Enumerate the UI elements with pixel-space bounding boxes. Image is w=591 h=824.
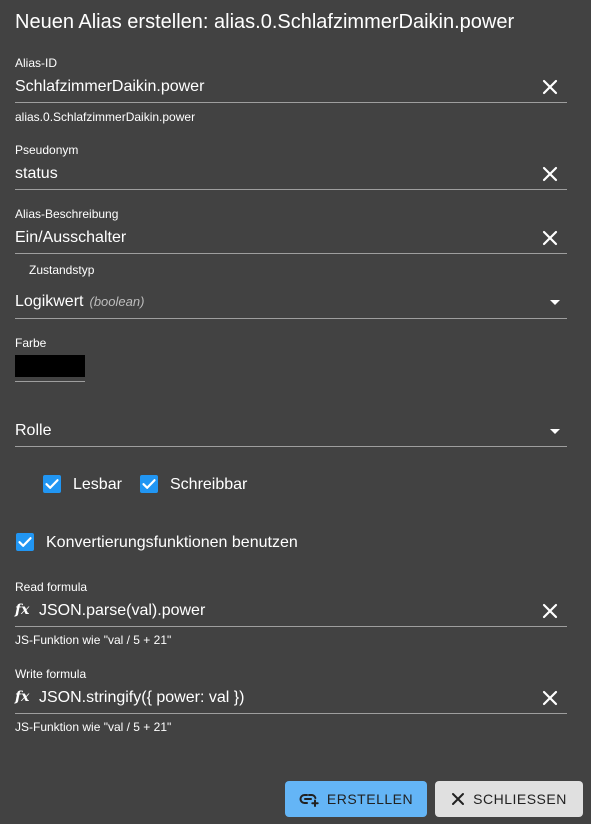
writable-label[interactable]: Schreibbar [170,476,247,494]
writable-checkbox[interactable] [140,475,158,493]
read-formula-label: Read formula [15,580,88,594]
state-type-label: Zustandstyp [29,263,95,277]
description-label: Alias-Beschreibung [15,207,119,221]
close-button[interactable]: SCHLIESSEN [435,781,583,817]
link-add-icon [299,791,319,807]
alias-id-helper: alias.0.SchlafzimmerDaikin.power [15,110,196,124]
create-button-label: ERSTELLEN [326,791,414,807]
state-type-dropdown-icon[interactable] [550,300,560,305]
role-underline [15,446,567,447]
write-formula-underline [15,713,567,714]
close-icon [451,792,465,806]
color-underline [15,381,85,382]
write-formula-helper: JS-Funktion wie "val / 5 + 21" [15,720,172,734]
use-conversion-label[interactable]: Konvertierungsfunktionen benutzen [46,534,298,552]
write-formula-clear-icon[interactable] [540,688,560,708]
pseudonym-clear-icon[interactable] [540,164,560,184]
alias-id-label: Alias-ID [15,56,58,70]
role-select[interactable]: Rolle [15,422,51,440]
dialog-title: Neuen Alias erstellen: alias.0.Schlafzim… [15,11,515,33]
description-input[interactable]: Ein/Ausschalter [15,229,126,247]
state-type-hint: (boolean) [89,294,145,309]
function-icon: fx [15,689,30,705]
state-type-value: Logikwert [15,293,84,310]
state-type-underline [15,318,567,319]
use-conversion-checkbox[interactable] [16,533,34,551]
read-formula-clear-icon[interactable] [540,601,560,621]
read-formula-helper: JS-Funktion wie "val / 5 + 21" [15,633,172,647]
create-button[interactable]: ERSTELLEN [285,781,427,817]
description-underline [15,253,567,254]
alias-id-clear-icon[interactable] [540,77,560,97]
write-formula-input[interactable]: JSON.stringify({ power: val }) [39,689,244,707]
pseudonym-input[interactable]: status [15,165,58,183]
function-icon: fx [15,602,30,618]
color-swatch[interactable] [15,355,85,377]
read-formula-underline [15,626,567,627]
readable-label[interactable]: Lesbar [73,476,122,494]
close-button-label: SCHLIESSEN [473,791,567,807]
color-label: Farbe [15,336,47,350]
readable-checkbox[interactable] [43,475,61,493]
read-formula-input[interactable]: JSON.parse(val).power [39,602,205,620]
role-dropdown-icon[interactable] [550,429,560,434]
state-type-select[interactable]: Logikwert (boolean) [15,293,144,311]
pseudonym-label: Pseudonym [15,143,79,157]
alias-id-underline [15,102,567,103]
write-formula-label: Write formula [15,667,87,681]
pseudonym-underline [15,189,567,190]
alias-id-input[interactable]: SchlafzimmerDaikin.power [15,78,204,96]
description-clear-icon[interactable] [540,228,560,248]
